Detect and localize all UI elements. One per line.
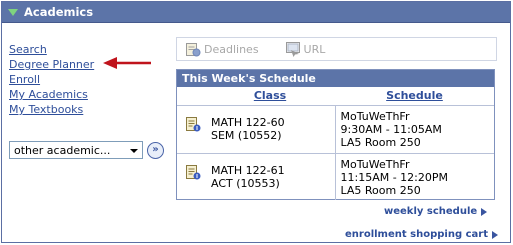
weekly-schedule-label: weekly schedule	[384, 206, 478, 217]
class-details-icon[interactable]	[185, 116, 201, 132]
table-row: MATH 122-61 ACT (10553) MoTuWeThFr 11:15…	[177, 152, 494, 200]
meeting-room: LA5 Room 250	[340, 135, 421, 149]
class-code: MATH 122-60	[211, 115, 285, 129]
schedule-cell: MoTuWeThFr 9:30AM - 11:05AM LA5 Room 250	[335, 104, 494, 153]
col-header-icon	[177, 87, 205, 105]
chevron-down-icon	[130, 149, 138, 153]
nav-link-my-academics[interactable]: My Academics	[9, 87, 94, 102]
other-academic-control: other academic... »	[9, 141, 164, 159]
tab-deadlines-label: Deadlines	[204, 42, 259, 56]
other-academic-dropdown[interactable]: other academic...	[9, 141, 143, 159]
class-section: ACT (10553)	[211, 176, 280, 190]
panel-tabs: Deadlines URL	[176, 37, 497, 61]
play-arrow-icon	[481, 207, 488, 216]
meeting-room: LA5 Room 250	[340, 183, 421, 197]
red-arrow-annotation	[103, 57, 151, 69]
nav-link-search[interactable]: Search	[9, 42, 94, 57]
meeting-time: 9:30AM - 11:05AM	[340, 122, 442, 136]
schedule-cell: MoTuWeThFr 11:15AM - 12:20PM LA5 Room 25…	[335, 152, 494, 200]
weekly-schedule-table: This Week's Schedule Class Schedule MATH…	[176, 69, 495, 200]
go-button[interactable]: »	[147, 141, 164, 159]
col-header-schedule[interactable]: Schedule	[335, 87, 494, 105]
academics-nav: Search Degree Planner Enroll My Academic…	[9, 42, 94, 117]
schedule-title: This Week's Schedule	[177, 70, 494, 87]
weekly-schedule-link[interactable]: weekly schedule	[384, 206, 488, 217]
row-icon-cell	[177, 152, 205, 200]
double-chevron-right-icon: »	[152, 144, 159, 155]
col-header-class[interactable]: Class	[205, 87, 335, 105]
meeting-days: MoTuWeThFr	[340, 109, 410, 123]
tab-deadlines[interactable]: Deadlines	[185, 41, 259, 57]
class-details-icon[interactable]	[185, 164, 201, 180]
class-cell: MATH 122-60 SEM (10552)	[205, 104, 336, 153]
dropdown-selected-value: other academic...	[14, 144, 111, 157]
shopping-cart-label: enrollment shopping cart	[345, 229, 488, 240]
class-cell: MATH 122-61 ACT (10553)	[205, 152, 336, 200]
tab-url[interactable]: URL	[285, 41, 326, 57]
deadlines-icon	[186, 43, 201, 57]
url-icon	[285, 42, 300, 57]
enrollment-shopping-cart-link[interactable]: enrollment shopping cart	[345, 229, 498, 240]
class-code: MATH 122-61	[211, 163, 285, 177]
meeting-days: MoTuWeThFr	[340, 157, 410, 171]
panel-header[interactable]: Academics	[2, 2, 510, 23]
nav-link-my-textbooks[interactable]: My Textbooks	[9, 102, 94, 117]
nav-link-degree-planner[interactable]: Degree Planner	[9, 57, 94, 72]
row-icon-cell	[177, 104, 205, 153]
class-section: SEM (10552)	[211, 128, 282, 142]
tab-url-label: URL	[303, 42, 326, 56]
play-arrow-icon	[491, 230, 498, 239]
meeting-time: 11:15AM - 12:20PM	[340, 170, 449, 184]
nav-link-enroll[interactable]: Enroll	[9, 72, 94, 87]
panel-title: Academics	[24, 5, 94, 19]
schedule-grid: Class Schedule MATH 122-60 SEM (10552) M…	[177, 87, 494, 200]
collapse-triangle-icon[interactable]	[8, 9, 18, 16]
table-row: MATH 122-60 SEM (10552) MoTuWeThFr 9:30A…	[177, 104, 494, 153]
